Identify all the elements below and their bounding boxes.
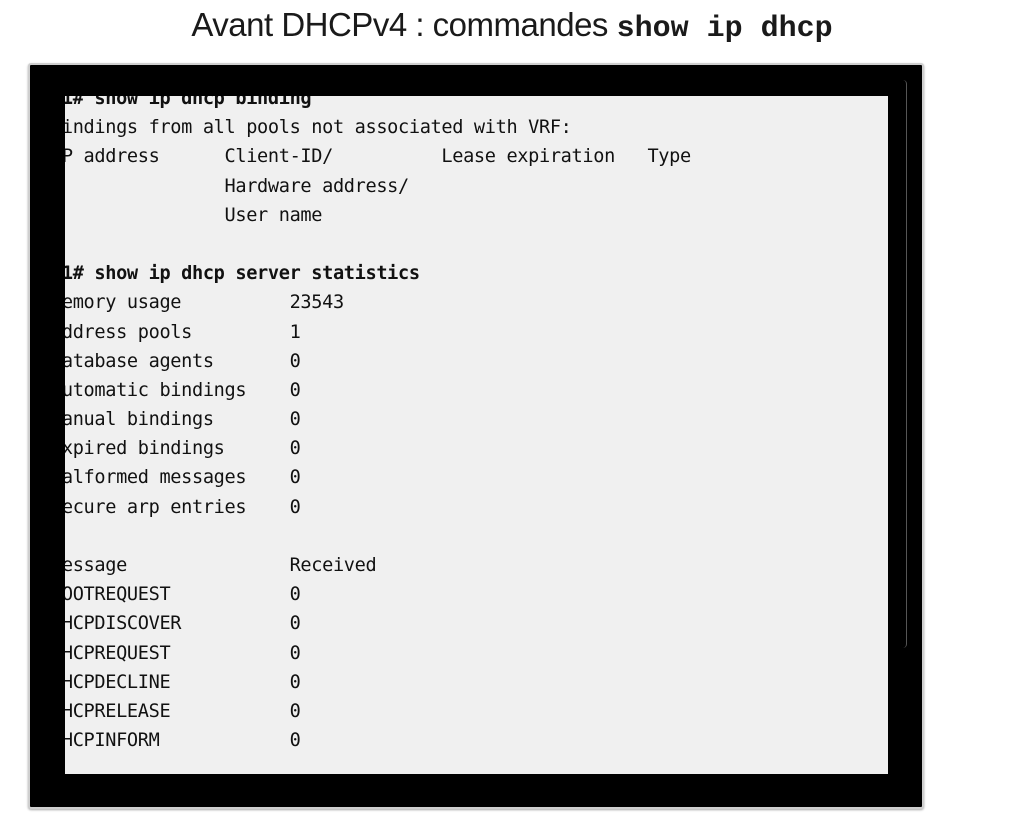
terminal-output-line: DHCPDISCOVER 0 (65, 613, 301, 635)
terminal-output-line: BOOTREQUEST 0 (65, 584, 301, 606)
terminal-output-line: Address pools 1 (65, 321, 301, 343)
terminal-output-line: Secure arp entries 0 (65, 496, 301, 518)
terminal-output-line: User name (65, 204, 323, 226)
terminal-output-area: R1# show ip dhcp binding Bindings from al… (65, 96, 888, 774)
terminal-output-line: Memory usage 23543 (65, 292, 344, 314)
terminal-output-line: Bindings from all pools not associated w… (65, 117, 572, 139)
terminal-output-line: Database agents 0 (65, 350, 301, 372)
terminal-output-line: DHCPDECLINE 0 (65, 671, 301, 693)
terminal-output-line: DHCPRELEASE 0 (65, 700, 301, 722)
terminal-scrollbar[interactable] (898, 80, 907, 648)
terminal-output-line: IP address Client-ID/ Lease expiration T… (65, 146, 691, 168)
terminal-output-lines: R1# show ip dhcp binding Bindings from al… (65, 96, 691, 755)
terminal-output-line: DHCPREQUEST 0 (65, 642, 301, 664)
terminal-output-line: Manual bindings 0 (65, 409, 301, 431)
terminal-command-line: R1# show ip dhcp binding (65, 96, 312, 109)
terminal-output-line: Malformed messages 0 (65, 467, 301, 489)
terminal-output-line: Message Received (65, 555, 377, 576)
terminal-output-line: Hardware address/ (65, 175, 410, 197)
terminal-output-line: Automatic bindings 0 (65, 379, 301, 401)
slide-title: Avant DHCPv4 : commandes show ip dhcp (0, 6, 1024, 46)
terminal-command-line: R1# show ip dhcp server statistics (65, 263, 420, 285)
terminal-output-line: Expired bindings 0 (65, 438, 301, 460)
slide-title-text: Avant DHCPv4 : commandes (191, 6, 617, 43)
terminal-blank-line (65, 522, 691, 551)
terminal-blank-line (65, 230, 691, 259)
terminal-output-line: DHCPINFORM 0 (65, 730, 301, 752)
slide-title-command: show ip dhcp (616, 12, 833, 46)
